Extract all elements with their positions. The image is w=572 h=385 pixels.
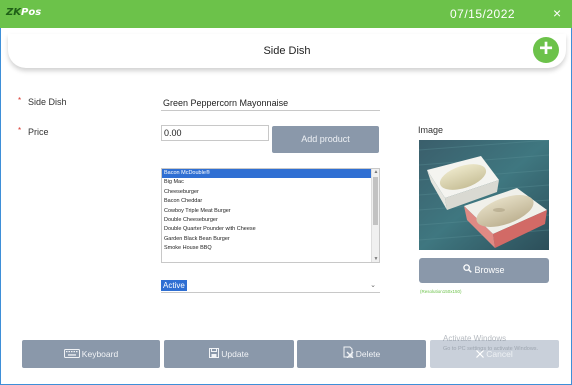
status-selected-value: Active xyxy=(161,280,187,291)
resolution-note: (Resolution150x150) xyxy=(420,289,462,294)
title-bar: Side Dish xyxy=(8,34,566,68)
status-select[interactable]: Active ⌄ xyxy=(161,280,380,293)
keyboard-icon xyxy=(63,341,80,369)
scroll-thumb[interactable] xyxy=(373,177,378,225)
list-item[interactable]: Cheeseburger xyxy=(162,188,379,197)
top-bar: ZKPos 07/15/2022 × xyxy=(0,0,572,28)
close-icon[interactable]: × xyxy=(553,5,561,21)
list-item[interactable]: Double Cheeseburger xyxy=(162,216,379,225)
delete-icon xyxy=(343,341,354,369)
scroll-down-icon[interactable]: ▼ xyxy=(372,256,379,262)
side-dish-label: Side Dish xyxy=(28,97,67,107)
image-label: Image xyxy=(418,125,444,135)
product-list[interactable]: Bacon McDouble® Big Mac Cheeseburger Bac… xyxy=(161,168,380,263)
price-label: Price xyxy=(28,127,49,137)
price-input[interactable]: 0.00 xyxy=(161,125,269,141)
list-item[interactable]: Bacon Cheddar xyxy=(162,197,379,206)
activation-watermark: Activate Windows Go to PC settings to ac… xyxy=(443,334,539,352)
side-dish-photo xyxy=(419,140,549,250)
delete-button[interactable]: Delete xyxy=(297,340,426,368)
list-item[interactable]: Smoke House BBQ xyxy=(162,244,379,253)
search-icon xyxy=(463,258,473,283)
keyboard-button[interactable]: Keyboard xyxy=(22,340,160,368)
list-item[interactable]: Double Quarter Pounder with Cheese xyxy=(162,225,379,234)
page-title: Side Dish xyxy=(263,45,311,57)
app-logo: ZKPos xyxy=(6,7,42,18)
plus-icon: + xyxy=(538,35,553,62)
current-date: 07/15/2022 xyxy=(450,7,516,21)
save-icon xyxy=(209,341,220,369)
scroll-up-icon[interactable]: ▲ xyxy=(372,169,379,175)
update-button[interactable]: Update xyxy=(164,340,294,368)
list-scrollbar[interactable]: ▲ ▼ xyxy=(371,169,379,262)
add-product-button[interactable]: Add product xyxy=(272,126,379,153)
list-item[interactable]: Bacon McDouble® xyxy=(162,169,379,179)
list-item[interactable]: Big Mac xyxy=(162,178,379,187)
required-marker: * xyxy=(18,96,22,105)
required-marker: * xyxy=(18,126,22,135)
add-button[interactable]: + xyxy=(533,37,559,63)
chevron-down-icon: ⌄ xyxy=(370,282,376,289)
side-dish-input[interactable]: Green Peppercorn Mayonnaise xyxy=(161,96,380,111)
list-item[interactable]: Garden Black Bean Burger xyxy=(162,235,379,244)
list-item[interactable]: Cowboy Triple Meat Burger xyxy=(162,207,379,216)
browse-button[interactable]: Browse xyxy=(419,258,549,283)
